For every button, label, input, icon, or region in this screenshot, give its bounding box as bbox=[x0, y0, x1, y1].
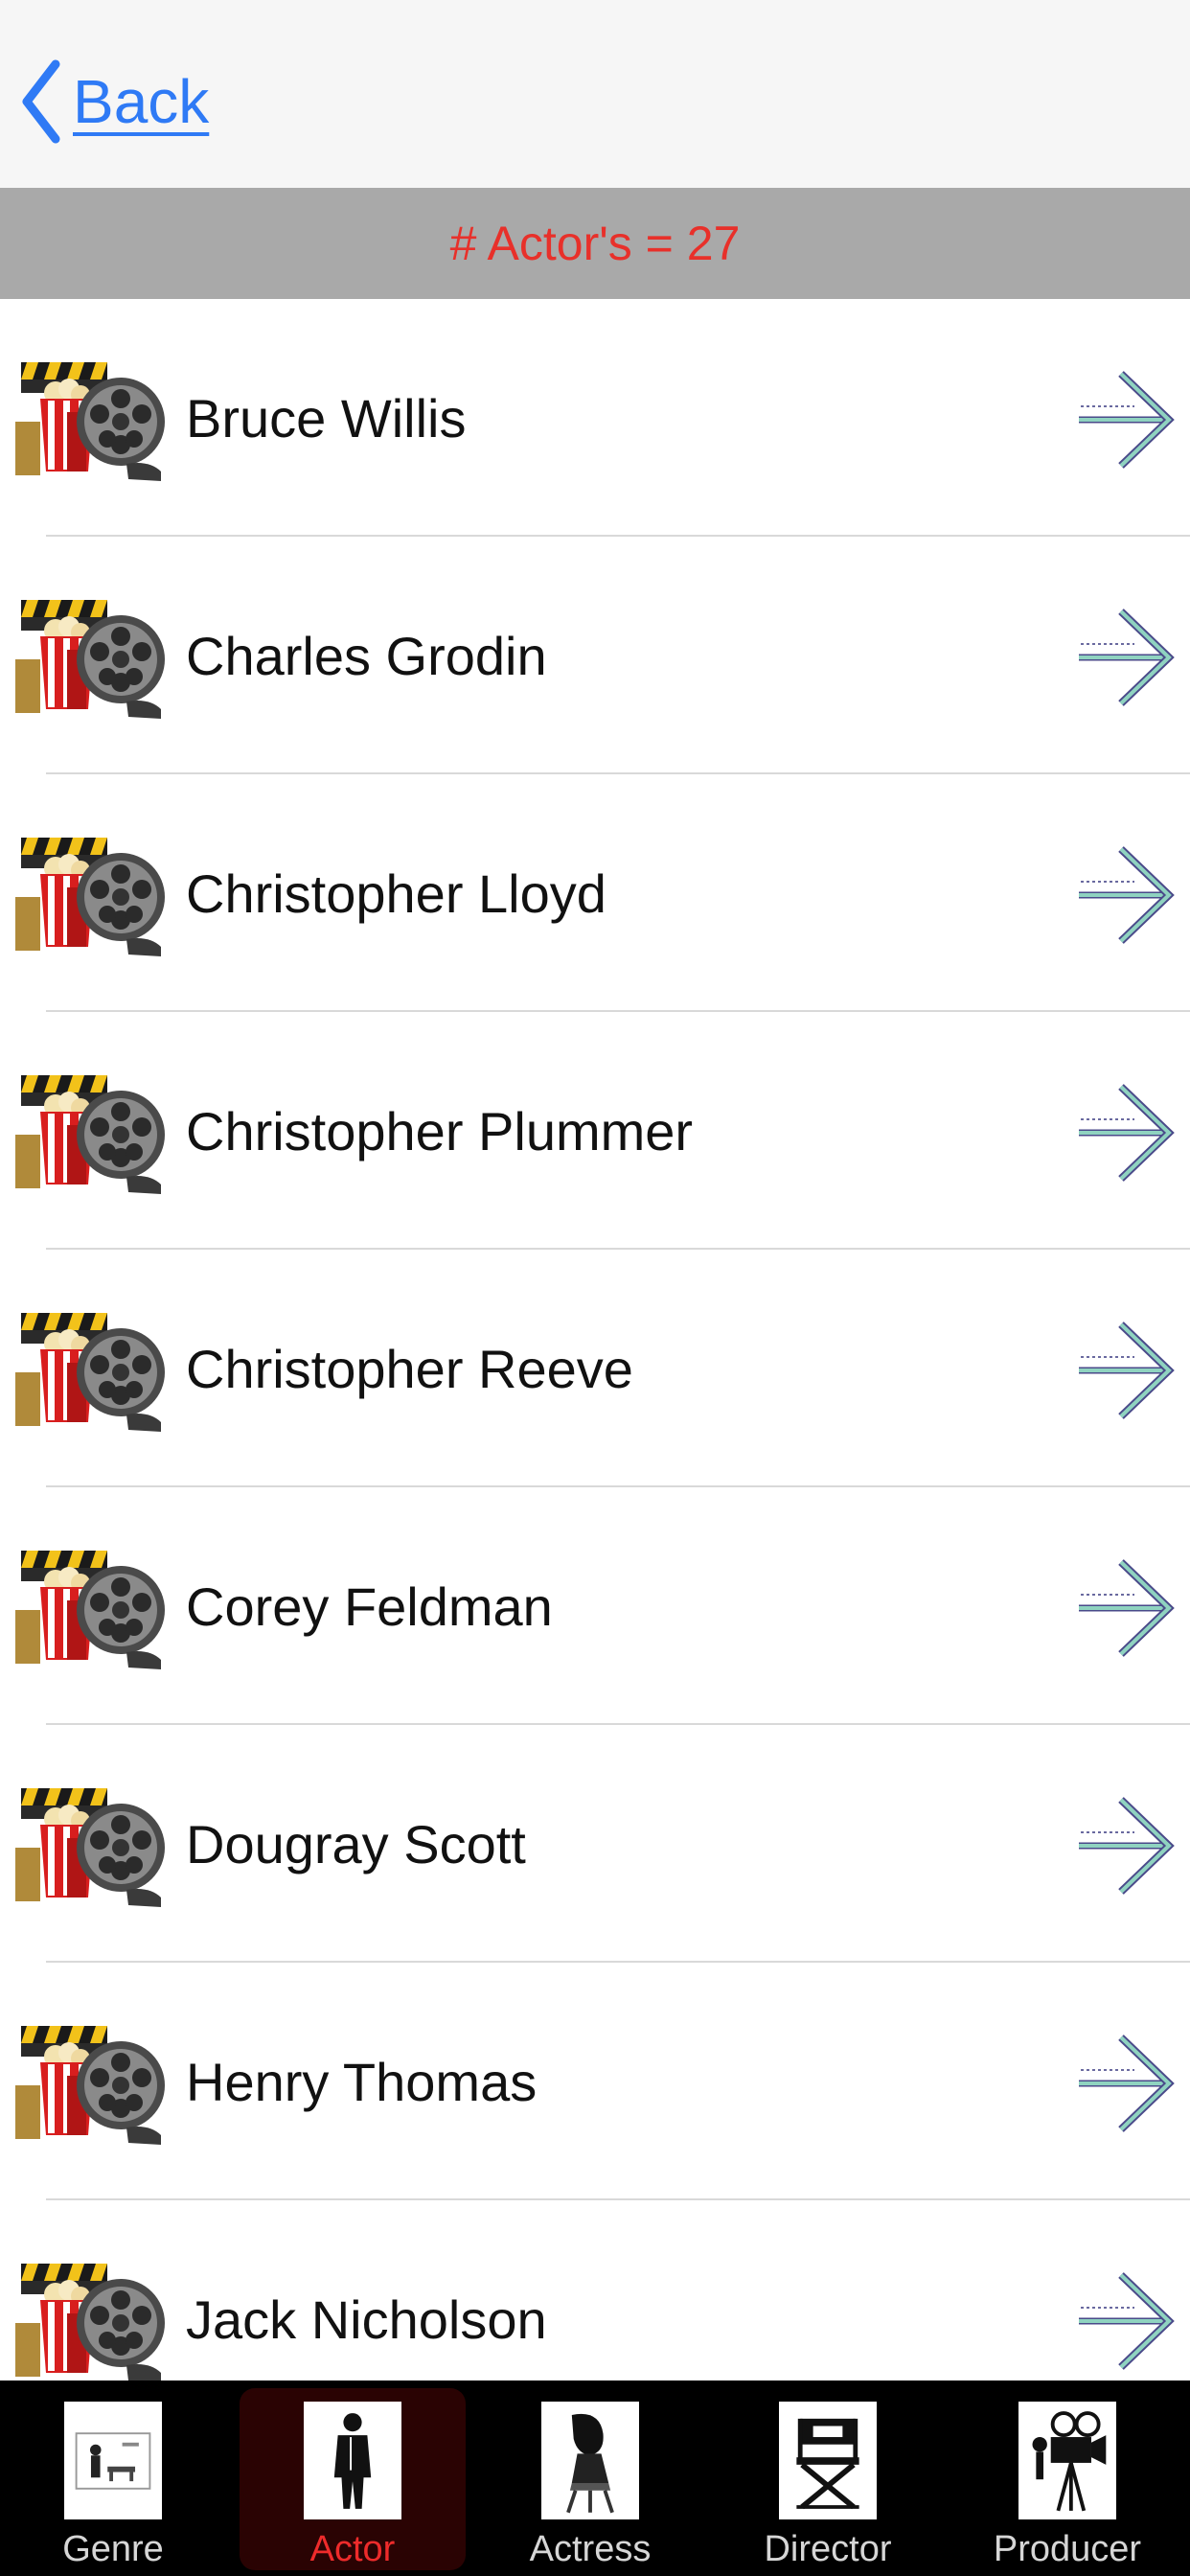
movie-thumbnail-icon bbox=[13, 1303, 169, 1434]
arrow-right-icon[interactable] bbox=[1077, 1081, 1175, 1184]
navigation-bar: Back bbox=[0, 0, 1190, 188]
movie-thumbnail-icon bbox=[13, 590, 169, 721]
actor-row[interactable]: Christopher Plummer bbox=[0, 1012, 1190, 1250]
back-label: Back bbox=[73, 67, 210, 136]
tab-bar: Genre Actor Actress Director Producer bbox=[0, 2380, 1190, 2576]
actor-list: Bruce Willis Charles Grodin Christopher … bbox=[0, 299, 1190, 2438]
actor-name: Christopher Lloyd bbox=[186, 862, 606, 924]
movie-camera-icon bbox=[1018, 2402, 1116, 2519]
arrow-right-icon[interactable] bbox=[1077, 2032, 1175, 2135]
arrow-right-icon[interactable] bbox=[1077, 1794, 1175, 1898]
actor-name: Charles Grodin bbox=[186, 625, 547, 686]
tab-actress[interactable]: Actress bbox=[477, 2388, 703, 2570]
actor-row[interactable]: Dougray Scott bbox=[0, 1725, 1190, 1963]
back-button[interactable]: Back bbox=[19, 56, 209, 148]
arrow-right-icon[interactable] bbox=[1077, 368, 1175, 472]
actor-name: Bruce Willis bbox=[186, 387, 467, 448]
arrow-right-icon[interactable] bbox=[1077, 1319, 1175, 1422]
genre-icon bbox=[64, 2402, 162, 2519]
tab-director[interactable]: Director bbox=[715, 2388, 941, 2570]
actor-name: Corey Feldman bbox=[186, 1576, 553, 1637]
actor-row[interactable]: Henry Thomas bbox=[0, 1963, 1190, 2200]
tab-actor[interactable]: Actor bbox=[240, 2388, 466, 2570]
arrow-right-icon[interactable] bbox=[1077, 1556, 1175, 1660]
actor-name: Christopher Plummer bbox=[186, 1100, 694, 1162]
tab-producer[interactable]: Producer bbox=[954, 2388, 1180, 2570]
movie-thumbnail-icon bbox=[13, 1779, 169, 1909]
movie-thumbnail-icon bbox=[13, 1541, 169, 1671]
actor-name: Henry Thomas bbox=[186, 2051, 538, 2112]
chevron-left-icon bbox=[22, 59, 60, 144]
movie-thumbnail-icon bbox=[13, 2254, 169, 2384]
movie-thumbnail-icon bbox=[13, 828, 169, 958]
movie-thumbnail-icon bbox=[13, 353, 169, 483]
actor-row[interactable]: Corey Feldman bbox=[0, 1487, 1190, 1725]
tab-label: Genre bbox=[62, 2529, 164, 2569]
tab-genre[interactable]: Genre bbox=[0, 2388, 226, 2570]
actor-count: # Actor's = 27 bbox=[449, 217, 741, 270]
director-chair-icon bbox=[779, 2402, 877, 2519]
actress-icon bbox=[541, 2402, 639, 2519]
tab-label: Actress bbox=[529, 2529, 652, 2569]
actor-name: Christopher Reeve bbox=[186, 1338, 633, 1399]
tab-label: Producer bbox=[993, 2529, 1142, 2569]
movie-thumbnail-icon bbox=[13, 2016, 169, 2147]
actor-row[interactable]: Christopher Lloyd bbox=[0, 774, 1190, 1012]
actor-row[interactable]: Christopher Reeve bbox=[0, 1250, 1190, 1487]
actor-name: Dougray Scott bbox=[186, 1813, 526, 1874]
actor-row[interactable]: Charles Grodin bbox=[0, 537, 1190, 774]
arrow-right-icon[interactable] bbox=[1077, 843, 1175, 947]
tab-label: Director bbox=[764, 2529, 892, 2569]
count-header: # Actor's = 27 bbox=[0, 188, 1190, 299]
actor-icon bbox=[304, 2402, 401, 2519]
movie-thumbnail-icon bbox=[13, 1066, 169, 1196]
tab-label: Actor bbox=[309, 2529, 396, 2569]
actor-row[interactable]: Bruce Willis bbox=[0, 299, 1190, 537]
arrow-right-icon[interactable] bbox=[1077, 2269, 1175, 2373]
arrow-right-icon[interactable] bbox=[1077, 606, 1175, 709]
